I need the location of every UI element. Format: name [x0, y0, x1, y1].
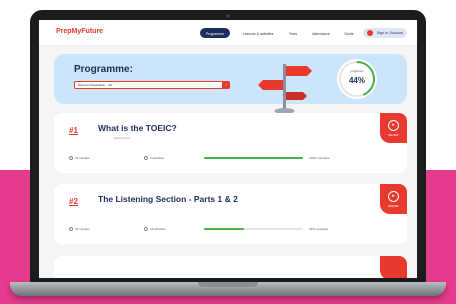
laptop-screen: PrepMyFuture Programme Lessons & activit…: [39, 20, 417, 278]
lesson-number: #2: [69, 197, 78, 206]
tab-attendance[interactable]: Attendance: [306, 28, 336, 38]
duration-text: 24 minutes: [75, 156, 90, 160]
lesson-number: #1: [69, 126, 78, 135]
brand-logo[interactable]: PrepMyFuture: [56, 28, 103, 35]
clock-icon: [69, 227, 73, 232]
activities-text: 3 activities: [150, 156, 165, 160]
progress-gauge: programme 44%: [337, 59, 377, 99]
lesson-duration: 24 minutes: [69, 156, 90, 161]
progress-label: 100% complete: [309, 156, 330, 160]
account-button-label: Sign in / Account: [376, 31, 403, 35]
lesson-progress-bar: [204, 157, 303, 159]
tab-programme[interactable]: Programme: [200, 28, 230, 38]
lesson-card-2[interactable]: #2 The Listening Section - Parts 1 & 2 7…: [54, 184, 407, 244]
webcam-icon: [226, 14, 230, 18]
resume-button-label: RESUME: [388, 205, 399, 208]
lesson-title: What is the TOEIC?: [98, 123, 177, 133]
account-button[interactable]: Sign in / Account: [363, 28, 407, 38]
gauge-label: programme: [350, 70, 364, 73]
lesson-card-1[interactable]: #1 What is the TOEIC? lesson for test 24…: [54, 113, 407, 173]
book-icon: [144, 227, 148, 232]
tab-tests[interactable]: Tests: [285, 28, 301, 38]
duration-text: 75 minutes: [75, 227, 90, 231]
signpost-illustration: [258, 64, 312, 114]
book-icon: [144, 156, 148, 161]
lesson-progress-bar: [204, 228, 303, 230]
avatar: [367, 30, 373, 36]
top-navbar: PrepMyFuture Programme Lessons & activit…: [39, 20, 417, 46]
progress-fill: [204, 228, 244, 230]
clock-icon: [69, 156, 73, 161]
lesson-subtitle: lesson for test: [114, 137, 130, 140]
play-icon: ▸: [388, 191, 399, 202]
review-button[interactable]: ▸ REVIEW: [380, 113, 407, 143]
review-button-label: REVIEW: [388, 134, 399, 137]
chevron-right-icon[interactable]: ›: [222, 81, 230, 89]
tab-guide[interactable]: Guide: [340, 28, 358, 38]
resume-button[interactable]: ▸ RESUME: [380, 184, 407, 214]
gauge-value: 44%: [348, 76, 365, 85]
progress-fill: [204, 157, 303, 159]
page-title: Programme:: [74, 64, 133, 75]
lesson-card-3[interactable]: [54, 256, 407, 278]
play-icon: ▸: [388, 120, 399, 131]
programme-select[interactable]: Express Preparation – 3H: [74, 81, 224, 89]
progress-label: 40% complete: [309, 227, 329, 231]
tab-lessons[interactable]: Lessons & activities: [235, 28, 281, 38]
activities-text: 16 activities: [150, 227, 166, 231]
programme-hero: Programme: Express Preparation – 3H › pr…: [54, 54, 407, 114]
play-button[interactable]: [380, 256, 407, 278]
lesson-activities: 16 activities: [144, 227, 166, 232]
lesson-duration: 75 minutes: [69, 227, 90, 232]
lesson-activities: 3 activities: [144, 156, 165, 161]
lesson-title: The Listening Section - Parts 1 & 2: [98, 194, 238, 204]
laptop-notch: [198, 282, 258, 287]
